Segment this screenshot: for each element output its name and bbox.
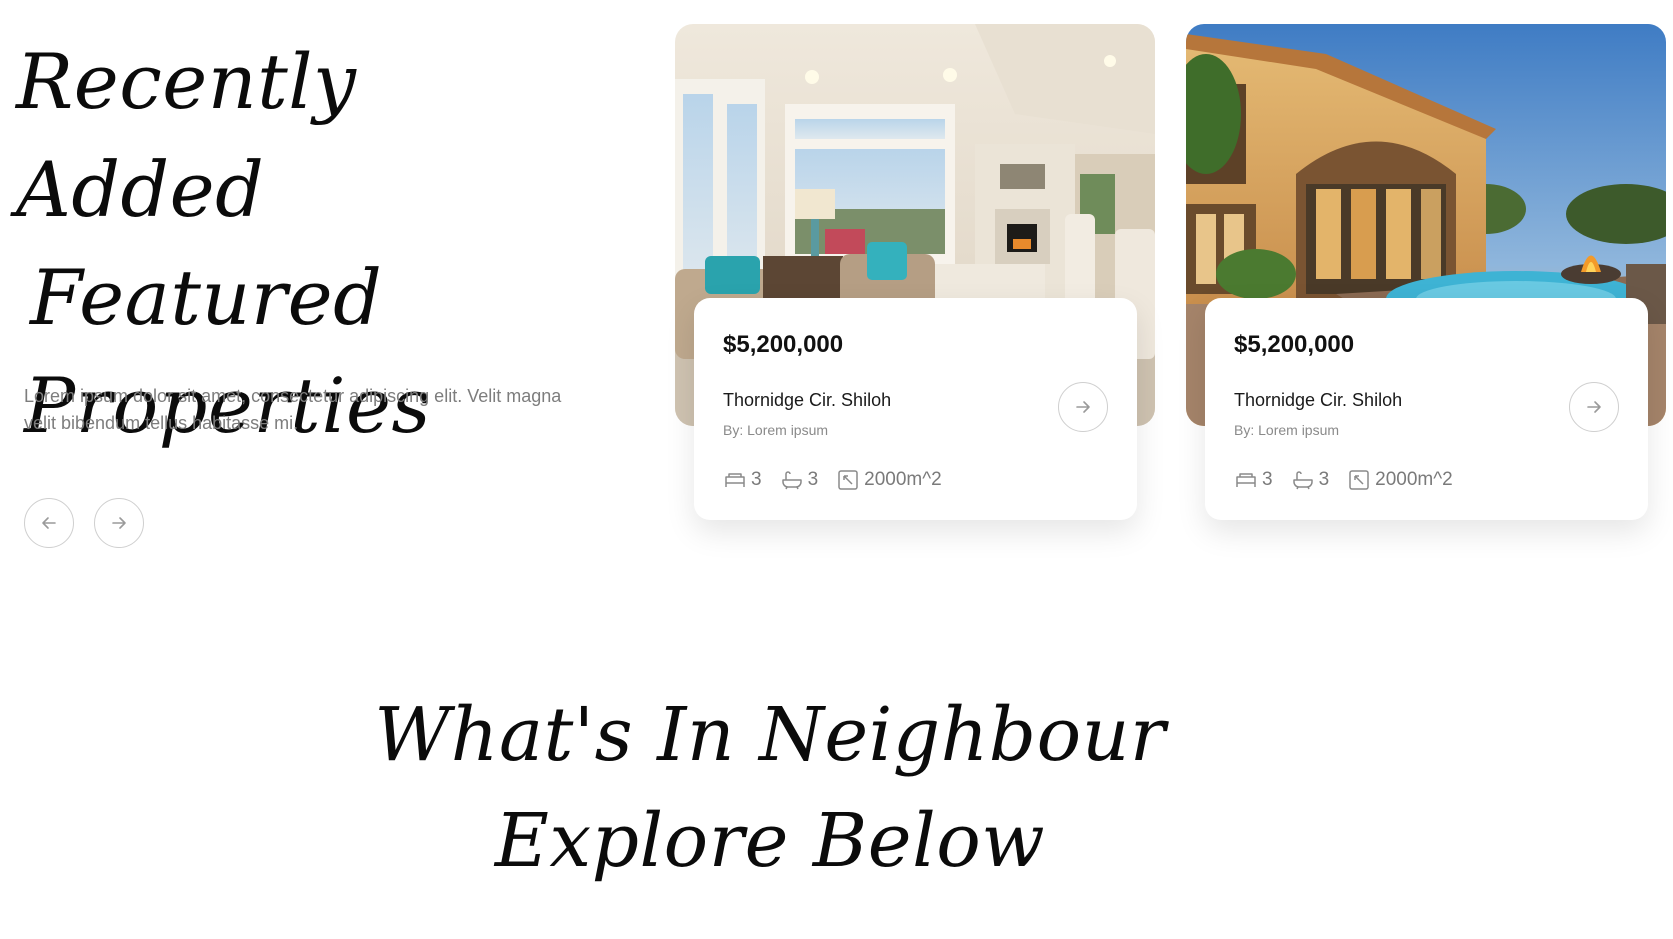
view-property-button[interactable] — [1569, 382, 1619, 432]
property-specs: 3 3 2000m^2 — [1234, 468, 1453, 492]
property-address[interactable]: Thornidge Cir. Shiloh — [723, 390, 891, 411]
bathtub-icon — [781, 471, 802, 490]
title-line: Recently Added — [16, 37, 357, 234]
property-price: $5,200,000 — [1234, 331, 1355, 358]
property-info-panel: $5,200,000 Thornidge Cir. Shiloh By: Lor… — [694, 298, 1137, 520]
beds-count: 3 — [751, 469, 762, 490]
section-title-neighbour: What's In Neighbour Explore Below — [0, 682, 1540, 894]
beds-spec: 3 — [1234, 468, 1273, 492]
property-address[interactable]: Thornidge Cir. Shiloh — [1234, 390, 1402, 411]
property-specs: 3 3 2000m^2 — [723, 468, 942, 492]
property-card[interactable]: $5,200,000 Thornidge Cir. Shiloh By: Lor… — [1186, 24, 1666, 522]
baths-spec: 3 — [1291, 468, 1330, 492]
slider-navigation — [24, 498, 144, 548]
area-icon — [1349, 470, 1369, 490]
title-line: Explore Below — [494, 798, 1046, 884]
previous-slide-button[interactable] — [24, 498, 74, 548]
arrow-right-icon — [112, 517, 126, 529]
arrow-left-icon — [42, 517, 56, 529]
baths-count: 3 — [1318, 469, 1330, 490]
baths-count: 3 — [807, 469, 819, 490]
view-property-button[interactable] — [1058, 382, 1108, 432]
property-price: $5,200,000 — [723, 331, 844, 358]
property-card[interactable]: $5,200,000 Thornidge Cir. Shiloh By: Lor… — [675, 24, 1155, 522]
title-line: What's In Neighbour — [374, 692, 1166, 778]
area-value: 2000m^2 — [864, 469, 942, 490]
arrow-right-icon — [1587, 401, 1601, 413]
property-author: By: Lorem ipsum — [1234, 422, 1340, 438]
area-spec: 2000m^2 — [1347, 468, 1453, 492]
area-value: 2000m^2 — [1375, 469, 1453, 490]
area-spec: 2000m^2 — [836, 468, 942, 492]
property-info-panel: $5,200,000 Thornidge Cir. Shiloh By: Lor… — [1205, 298, 1648, 520]
beds-spec: 3 — [723, 468, 762, 492]
property-author: By: Lorem ipsum — [723, 422, 829, 438]
beds-count: 3 — [1262, 469, 1273, 490]
next-slide-button[interactable] — [94, 498, 144, 548]
area-icon — [838, 470, 858, 490]
arrow-right-icon — [1076, 401, 1090, 413]
title-line: Featured — [30, 253, 383, 342]
section-description: Lorem ipsum dolor sit amet, consectetur … — [24, 386, 562, 433]
bed-icon — [725, 473, 745, 487]
bed-icon — [1236, 473, 1256, 487]
baths-spec: 3 — [780, 468, 819, 492]
bathtub-icon — [1292, 471, 1313, 490]
